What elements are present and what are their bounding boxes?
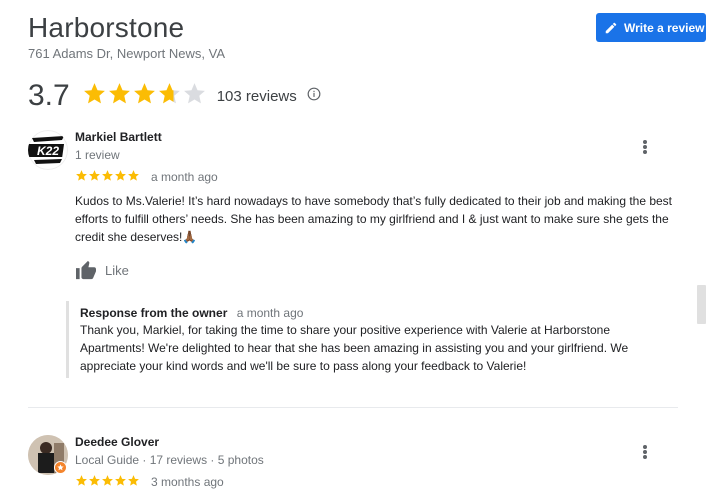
star-icon — [82, 81, 107, 111]
thumbs-up-icon — [76, 260, 96, 280]
like-button[interactable]: Like — [75, 260, 129, 280]
more-options-icon[interactable] — [640, 139, 650, 155]
review-count-link[interactable]: 103 reviews — [217, 88, 297, 105]
star-icon — [101, 474, 114, 492]
write-review-label: Write a review — [624, 20, 705, 35]
review-author[interactable]: Markiel Bartlett — [75, 130, 162, 144]
review-divider — [28, 407, 678, 408]
star-icon — [114, 169, 127, 187]
owner-response-date: a month ago — [236, 306, 304, 320]
write-review-button[interactable]: Write a review — [596, 13, 706, 42]
rating-value: 3.7 — [28, 79, 70, 112]
avatar-text: K22 — [37, 144, 59, 158]
place-address: 761 Adams Dr, Newport News, VA — [28, 46, 226, 61]
star-icon — [127, 474, 140, 492]
review-card: K22 Markiel Bartlett 1 review a month ag… — [28, 130, 678, 390]
star-icon — [88, 474, 101, 492]
info-icon[interactable] — [307, 87, 321, 106]
like-label: Like — [105, 262, 129, 278]
review-author-meta[interactable]: Local Guide · 17 reviews · 5 photos — [75, 453, 264, 467]
owner-response: Response from the owner a month ago Than… — [66, 301, 676, 378]
review-author[interactable]: Deedee Glover — [75, 435, 159, 449]
owner-response-title: Response from the owner — [80, 306, 228, 320]
star-icon — [182, 81, 207, 111]
owner-response-text: Thank you, Markiel, for taking the time … — [80, 323, 629, 373]
star-icon — [107, 81, 132, 111]
avatar[interactable]: K22 — [28, 130, 68, 170]
pencil-icon — [605, 22, 617, 33]
more-options-icon[interactable] — [640, 444, 650, 460]
star-icon — [127, 169, 140, 187]
local-guide-badge-icon — [54, 461, 67, 474]
scrollbar-thumb[interactable] — [697, 285, 706, 324]
rating-summary: 3.7 103 reviews — [28, 78, 321, 114]
review-card: Deedee Glover Local Guide · 17 reviews ·… — [28, 435, 678, 499]
star-icon — [101, 169, 114, 187]
review-text: Kudos to Ms.Valerie! It’s hard nowadays … — [75, 194, 673, 244]
star-icon — [75, 474, 88, 492]
rating-stars — [82, 81, 207, 111]
review-stars — [75, 474, 140, 492]
review-date: a month ago — [151, 170, 218, 184]
place-title: Harborstone — [28, 12, 185, 43]
review-stars — [75, 169, 140, 187]
review-date: 3 months ago — [151, 475, 224, 489]
star-icon — [157, 81, 182, 111]
star-icon — [132, 81, 157, 111]
star-icon — [88, 169, 101, 187]
review-author-meta: 1 review — [75, 148, 120, 162]
star-icon — [114, 474, 127, 492]
star-icon — [75, 169, 88, 187]
